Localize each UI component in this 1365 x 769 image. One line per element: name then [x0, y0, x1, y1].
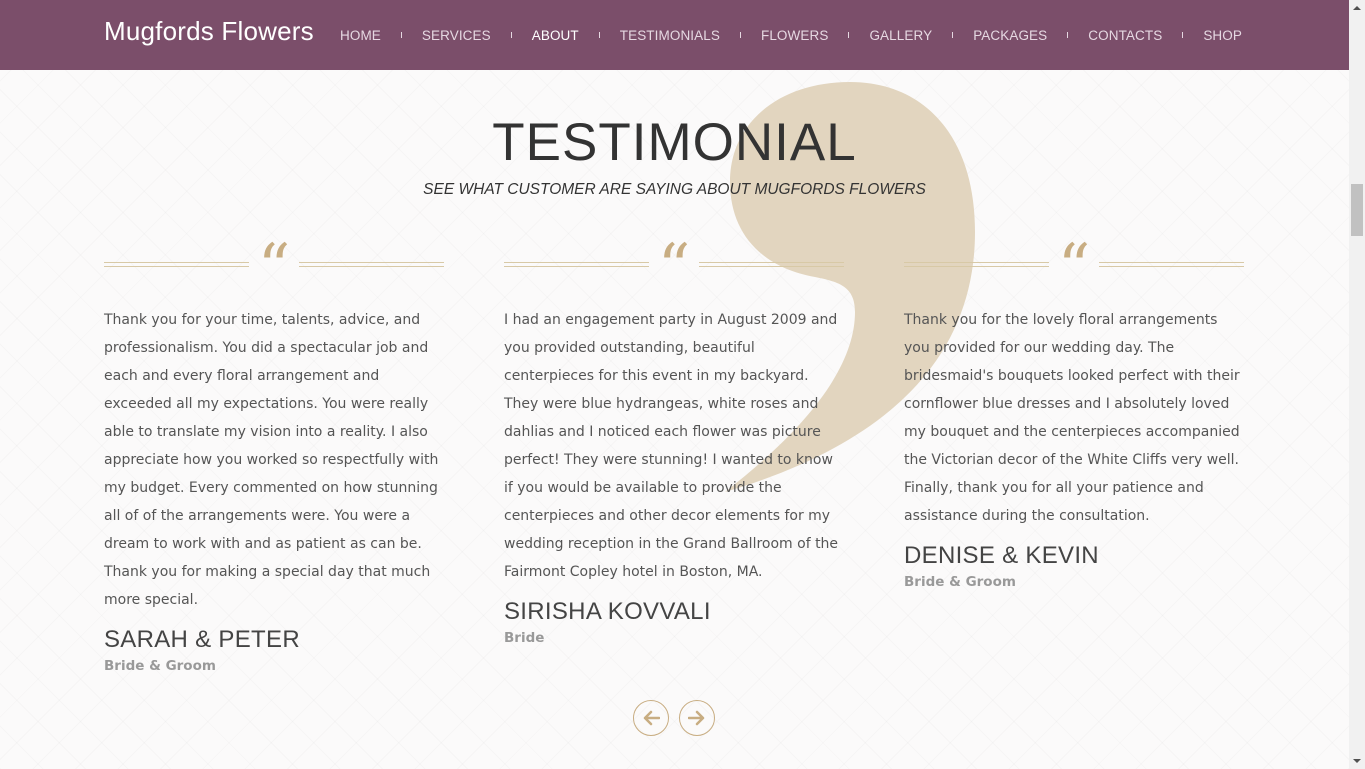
- quote-icon: “: [257, 231, 291, 305]
- nav-item-flowers[interactable]: FLOWERS: [761, 28, 828, 43]
- testimonial-role: Bride & Groom: [104, 658, 216, 674]
- main-nav: HOME SERVICES ABOUT TESTIMONIALS FLOWERS…: [340, 0, 1242, 70]
- testimonial-text: Thank you for the lovely floral arrangem…: [904, 312, 1240, 524]
- brand-logo[interactable]: Mugfords Flowers: [104, 16, 314, 47]
- nav-separator: [1182, 32, 1184, 38]
- nav-item-testimonials[interactable]: TESTIMONIALS: [620, 28, 720, 43]
- scroll-up-arrow-icon[interactable]: [1353, 6, 1361, 10]
- nav-item-home[interactable]: HOME: [340, 28, 381, 43]
- nav-item-shop[interactable]: SHOP: [1203, 28, 1242, 43]
- page: Mugfords Flowers HOME SERVICES ABOUT TES…: [0, 0, 1349, 769]
- nav-item-services[interactable]: SERVICES: [422, 28, 491, 43]
- testimonial-card: “ Thank you for your time, talents, advi…: [104, 236, 444, 674]
- quote-icon: “: [657, 231, 691, 305]
- navbar: Mugfords Flowers HOME SERVICES ABOUT TES…: [0, 0, 1349, 70]
- quote-divider: “: [504, 236, 844, 300]
- divider-line: [1099, 262, 1244, 267]
- nav-separator: [848, 32, 850, 38]
- nav-separator: [598, 32, 600, 38]
- scroll-down-arrow-icon[interactable]: [1353, 759, 1361, 763]
- carousel-prev-button[interactable]: [633, 700, 669, 736]
- divider-line: [104, 262, 249, 267]
- divider-line: [699, 262, 844, 267]
- nav-item-about[interactable]: ABOUT: [532, 28, 579, 43]
- testimonial-author: SARAH & PETER: [104, 626, 300, 653]
- testimonial-role: Bride & Groom: [904, 574, 1016, 590]
- testimonial-author: DENISE & KEVIN: [904, 542, 1099, 569]
- nav-separator: [1067, 32, 1069, 38]
- quote-divider: “: [104, 236, 444, 300]
- testimonial-role: Bride: [504, 630, 545, 646]
- testimonial-author: SIRISHA KOVVALI: [504, 598, 711, 625]
- nav-separator: [739, 32, 741, 38]
- nav-separator: [510, 32, 512, 38]
- section-title: TESTIMONIAL: [492, 113, 857, 172]
- arrow-left-icon: [643, 710, 660, 726]
- testimonial-card: “ I had an engagement party in August 20…: [504, 236, 844, 646]
- testimonial-text: I had an engagement party in August 2009…: [504, 312, 839, 580]
- nav-item-gallery[interactable]: GALLERY: [869, 28, 932, 43]
- divider-line: [904, 262, 1049, 267]
- testimonial-text: Thank you for your time, talents, advice…: [104, 312, 439, 608]
- quote-icon: “: [1057, 231, 1091, 305]
- section-subtitle: SEE WHAT CUSTOMER ARE SAYING ABOUT MUGFO…: [423, 181, 926, 198]
- divider-line: [299, 262, 444, 267]
- nav-item-contacts[interactable]: CONTACTS: [1088, 28, 1162, 43]
- quote-divider: “: [904, 236, 1244, 300]
- nav-separator: [400, 32, 402, 38]
- page-scrollbar[interactable]: [1349, 0, 1365, 769]
- divider-line: [504, 262, 649, 267]
- nav-separator: [952, 32, 954, 38]
- carousel-next-button[interactable]: [679, 700, 715, 736]
- nav-item-packages[interactable]: PACKAGES: [973, 28, 1047, 43]
- arrow-right-icon: [688, 710, 705, 726]
- testimonial-card: “ Thank you for the lovely floral arrang…: [904, 236, 1244, 590]
- scrollbar-thumb[interactable]: [1351, 184, 1363, 236]
